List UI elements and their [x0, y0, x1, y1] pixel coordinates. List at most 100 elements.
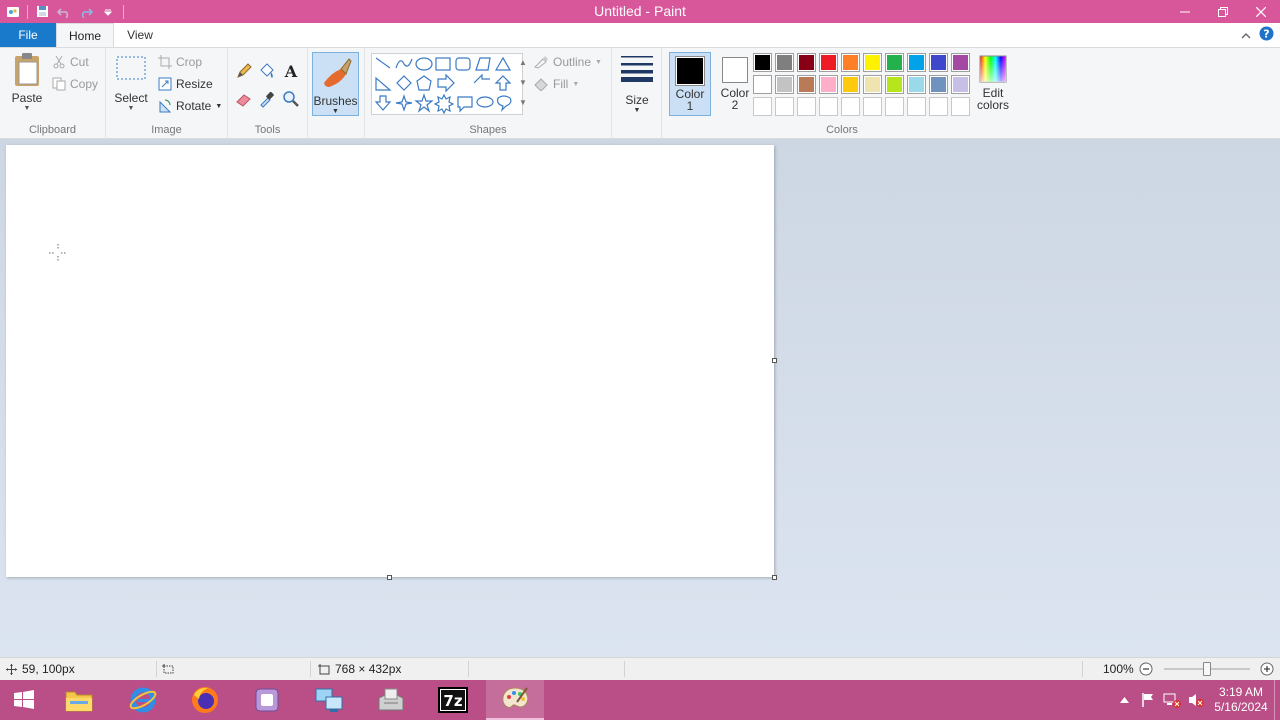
- edit-colors-button[interactable]: Edit colors: [974, 52, 1012, 116]
- taskbar-remote-desktop[interactable]: [300, 680, 358, 720]
- palette-swatch[interactable]: [885, 53, 904, 72]
- palette-swatch[interactable]: [753, 97, 772, 116]
- crop-button[interactable]: Crop: [158, 52, 202, 72]
- palette-swatch[interactable]: [929, 53, 948, 72]
- size-button[interactable]: Size ▼: [616, 52, 658, 116]
- line-size-icon: [621, 56, 653, 82]
- palette-swatch[interactable]: [775, 53, 794, 72]
- taskbar-paint[interactable]: [486, 680, 544, 720]
- cut-button[interactable]: Cut: [52, 52, 89, 72]
- svg-text:A: A: [284, 62, 298, 80]
- taskbar-internet-explorer[interactable]: [114, 680, 172, 720]
- palette-swatch[interactable]: [907, 75, 926, 94]
- show-desktop-button[interactable]: [1274, 680, 1280, 720]
- color1-button[interactable]: Color 1: [669, 52, 711, 116]
- paint-app-icon[interactable]: [2, 0, 24, 23]
- help-icon[interactable]: ?: [1259, 26, 1274, 44]
- outline-button[interactable]: Outline ▼: [533, 52, 602, 72]
- taskbar-7zip[interactable]: 7z: [424, 680, 482, 720]
- palette-swatch[interactable]: [951, 97, 970, 116]
- undo-icon[interactable]: [53, 0, 75, 23]
- palette-swatch[interactable]: [753, 53, 772, 72]
- close-button[interactable]: [1242, 0, 1280, 23]
- palette-swatch[interactable]: [929, 75, 948, 94]
- tab-home[interactable]: Home: [56, 23, 114, 48]
- brushes-button[interactable]: Brushes ▼: [312, 52, 359, 116]
- palette-swatch[interactable]: [797, 53, 816, 72]
- taskbar-clock[interactable]: 3:19 AM 5/16/2024: [1208, 685, 1274, 715]
- drawing-canvas[interactable]: [6, 145, 774, 577]
- zoom-out-button[interactable]: [1139, 658, 1153, 680]
- palette-swatch[interactable]: [753, 75, 772, 94]
- shapes-scroll[interactable]: ▲ ▼ ▼: [517, 53, 529, 115]
- installer-box-icon: [378, 688, 404, 711]
- volume-status[interactable]: [1184, 692, 1208, 708]
- palette-swatch[interactable]: [775, 97, 794, 116]
- minimize-ribbon-icon[interactable]: [1241, 28, 1251, 42]
- palette-swatch[interactable]: [841, 75, 860, 94]
- paste-button[interactable]: Paste ▼: [8, 52, 46, 116]
- palette-swatch[interactable]: [841, 97, 860, 116]
- zoom-in-button[interactable]: [1260, 658, 1274, 680]
- selection-size-icon: [162, 663, 174, 673]
- taskbar-installer[interactable]: [362, 680, 420, 720]
- text-tool[interactable]: A: [282, 62, 300, 83]
- resize-label: Resize: [176, 77, 213, 91]
- tab-view[interactable]: View: [116, 23, 164, 47]
- outline-icon: [534, 56, 548, 69]
- customize-qat-icon[interactable]: [97, 0, 119, 23]
- rotate-button[interactable]: Rotate ▼: [158, 96, 222, 116]
- palette-swatch[interactable]: [951, 53, 970, 72]
- tools-group: A Tools: [228, 48, 308, 139]
- start-button[interactable]: [0, 680, 48, 720]
- zoom-slider[interactable]: [1164, 662, 1250, 676]
- palette-swatch[interactable]: [907, 97, 926, 116]
- eraser-tool[interactable]: [235, 90, 253, 111]
- fill-tool[interactable]: [258, 62, 276, 83]
- palette-swatch[interactable]: [929, 97, 948, 116]
- color-picker-tool[interactable]: [258, 90, 276, 111]
- canvas-resize-handle-right[interactable]: [772, 358, 777, 363]
- zoom-level: 100%: [1103, 662, 1134, 676]
- palette-swatch[interactable]: [775, 75, 794, 94]
- palette-swatch[interactable]: [863, 75, 882, 94]
- taskbar-file-explorer[interactable]: [50, 680, 108, 720]
- palette-swatch[interactable]: [819, 53, 838, 72]
- palette-swatch[interactable]: [907, 53, 926, 72]
- palette-swatch[interactable]: [819, 97, 838, 116]
- resize-icon: [158, 77, 172, 91]
- save-icon[interactable]: [31, 0, 53, 23]
- palette-swatch[interactable]: [797, 97, 816, 116]
- palette-swatch[interactable]: [885, 97, 904, 116]
- show-hidden-icons-button[interactable]: [1112, 697, 1136, 703]
- minimize-button[interactable]: [1166, 0, 1204, 23]
- fill-dropdown-arrow: ▼: [572, 80, 580, 88]
- color2-swatch: [722, 57, 748, 83]
- action-center-flag[interactable]: [1136, 692, 1160, 708]
- tab-file[interactable]: File: [0, 23, 56, 47]
- palette-swatch[interactable]: [863, 53, 882, 72]
- resize-button[interactable]: Resize: [158, 74, 213, 94]
- fill-button[interactable]: Fill ▼: [533, 74, 579, 94]
- copy-button[interactable]: Copy: [52, 74, 98, 94]
- color2-button[interactable]: Color 2: [714, 52, 756, 116]
- network-status[interactable]: [1160, 692, 1184, 708]
- restore-button[interactable]: [1204, 0, 1242, 23]
- magnifier-tool[interactable]: [282, 90, 300, 111]
- select-button[interactable]: Select ▼: [114, 54, 148, 113]
- shapes-gallery-icons[interactable]: [372, 54, 522, 115]
- canvas-resize-handle-corner[interactable]: [772, 575, 777, 580]
- palette-swatch[interactable]: [819, 75, 838, 94]
- outline-label: Outline: [553, 55, 592, 69]
- palette-swatch[interactable]: [951, 75, 970, 94]
- pencil-tool[interactable]: [235, 62, 253, 83]
- taskbar-firefox[interactable]: [176, 680, 234, 720]
- palette-swatch[interactable]: [885, 75, 904, 94]
- zoom-slider-thumb[interactable]: [1203, 662, 1211, 676]
- palette-swatch[interactable]: [797, 75, 816, 94]
- redo-icon[interactable]: [75, 0, 97, 23]
- canvas-resize-handle-bottom[interactable]: [387, 575, 392, 580]
- taskbar-app-purple[interactable]: [238, 680, 296, 720]
- palette-swatch[interactable]: [841, 53, 860, 72]
- palette-swatch[interactable]: [863, 97, 882, 116]
